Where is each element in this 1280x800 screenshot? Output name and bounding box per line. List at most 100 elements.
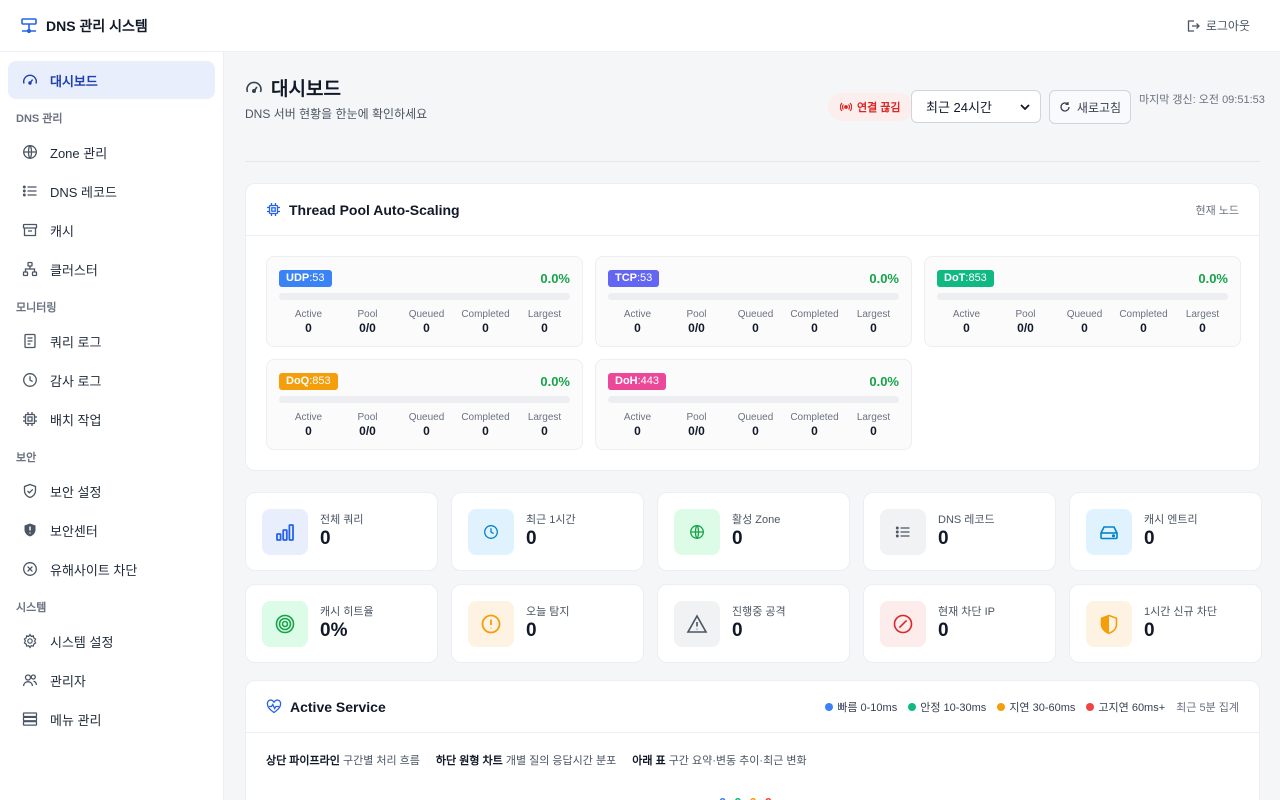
pool-stat-label: Active	[294, 309, 323, 320]
sidebar-item-label: 캐시	[50, 223, 74, 239]
protocol-name: TCP	[615, 272, 637, 284]
pool-utilization-bar	[937, 293, 1228, 300]
sidebar-item-9[interactable]: 배치 작업	[8, 400, 215, 438]
clock-icon	[468, 508, 514, 555]
cpu-icon	[22, 411, 38, 427]
x-circle-icon	[22, 561, 38, 577]
shield-check-icon	[22, 483, 38, 499]
protocol-port: :853	[965, 272, 987, 284]
metric-value: 0	[938, 619, 949, 641]
time-range-select[interactable]: 최근 24시간	[911, 90, 1041, 123]
metric-value: 0	[1144, 619, 1155, 641]
description-bold: 하단 원형 차트	[435, 755, 503, 767]
protocol-port: :853	[309, 375, 331, 387]
pool-grid: UDP:53 0.0% Active 0 Pool 0/0 Queued 0 Completed…	[246, 236, 1259, 450]
metric-card-1[interactable]: 최근 1시간 0	[451, 492, 644, 571]
pool-card-doq: DoQ:853 0.0% Active 0 Pool 0/0 Queued 0 Complete…	[266, 359, 583, 450]
description-item: 상단 파이프라인 구간별 처리 흐름	[266, 752, 420, 768]
metric-grid: 전체 쿼리 0 최근 1시간 0 활성 Zone 0 DNS 레코드 0 캐시 엔트리 0 캐시 히…	[245, 492, 1262, 663]
hard-drive-icon	[1086, 508, 1132, 555]
sidebar-item-8[interactable]: 감사 로그	[8, 361, 215, 399]
sidebar-item-3[interactable]: DNS 레코드	[8, 172, 215, 210]
sidebar-item-2[interactable]: Zone 관리	[8, 133, 215, 171]
pool-stat-label: Completed	[461, 412, 510, 423]
last-update-text: 마지막 갱신: 오전 09:51:53	[1139, 94, 1265, 106]
pool-header: UDP:53 0.0%	[279, 269, 570, 287]
legend-dot	[1086, 702, 1095, 711]
sidebar-item-17[interactable]: 메뉴 관리	[8, 700, 215, 738]
metric-card-3[interactable]: DNS 레코드 0	[863, 492, 1056, 571]
pool-stat-label: Completed	[461, 309, 510, 320]
refresh-label: 새로고침	[1076, 100, 1122, 115]
sidebar-item-0[interactable]: 대시보드	[8, 61, 215, 99]
pool-stat-active: Active 0	[279, 412, 338, 439]
file-text-icon	[22, 333, 38, 349]
nav-section-label: 시스템	[16, 602, 47, 614]
description-bold: 아래 표	[632, 755, 666, 767]
refresh-icon	[1059, 101, 1071, 113]
metric-label: 활성 Zone	[732, 513, 781, 526]
sidebar-item-12[interactable]: 보안센터	[8, 511, 215, 549]
thread-pool-header: Thread Pool Auto-Scaling 현재 노드	[246, 184, 1259, 236]
metric-card-4[interactable]: 캐시 엔트리 0	[1069, 492, 1262, 571]
metric-card-6[interactable]: 오늘 탐지 0	[451, 584, 644, 663]
sidebar-item-15[interactable]: 시스템 설정	[8, 622, 215, 660]
thread-pool-meta: 현재 노드	[1195, 204, 1239, 217]
nav-section-label: DNS 관리	[16, 113, 63, 125]
sidebar-item-label: 유해사이트 차단	[50, 562, 138, 578]
sidebar: 대시보드 DNS 관리 Zone 관리 DNS 레코드 캐시 클러스터 모니터링 쿼리 로그 감…	[0, 52, 224, 800]
server-icon	[22, 711, 38, 727]
pool-stat-value: 0	[482, 321, 489, 335]
sidebar-item-13[interactable]: 유해사이트 차단	[8, 550, 215, 588]
description-text: 개별 질의 응답시간 분포	[505, 755, 617, 767]
sidebar-item-4[interactable]: 캐시	[8, 211, 215, 249]
metric-text: 전체 쿼리 0	[320, 513, 364, 551]
pipeline-count: 0	[719, 795, 726, 800]
metric-label: 진행중 공격	[732, 605, 786, 618]
pool-stats: Active 0 Pool 0/0 Queued 0 Completed 0 Largest 0	[608, 309, 899, 336]
pool-stat-completed: Completed 0	[456, 309, 515, 336]
metric-text: 최근 1시간 0	[526, 513, 576, 551]
protocol-badge: DoT:853	[937, 269, 994, 287]
pool-stat-label: Active	[623, 309, 652, 320]
pool-stat-pool: Pool 0/0	[667, 412, 726, 439]
refresh-button[interactable]: 새로고침	[1049, 90, 1131, 124]
nav-section-label: 보안	[16, 452, 37, 464]
pool-stats: Active 0 Pool 0/0 Queued 0 Completed 0 Largest 0	[608, 412, 899, 439]
brand[interactable]: DNS 관리 시스템	[20, 16, 148, 36]
thread-pool-card: Thread Pool Auto-Scaling 현재 노드 UDP:53 0.0…	[245, 183, 1260, 471]
cpu-icon	[266, 202, 281, 217]
pool-card-doh: DoH:443 0.0% Active 0 Pool 0/0 Queued 0 Complete…	[595, 359, 912, 450]
metric-card-7[interactable]: 진행중 공격 0	[657, 584, 850, 663]
sidebar-item-label: 관리자	[50, 673, 86, 689]
sidebar-item-label: 쿼리 로그	[50, 334, 102, 350]
metric-card-2[interactable]: 활성 Zone 0	[657, 492, 850, 571]
pool-stat-label: Largest	[1185, 309, 1220, 320]
pool-stat-label: Pool	[686, 412, 707, 423]
pool-stat-label: Active	[623, 412, 652, 423]
sidebar-item-7[interactable]: 쿼리 로그	[8, 322, 215, 360]
page-header: 대시보드 DNS 서버 현황을 한눈에 확인하세요 연결 끊김 최근 24시간 …	[245, 74, 1265, 162]
sidebar-item-16[interactable]: 관리자	[8, 661, 215, 699]
metric-card-9[interactable]: 1시간 신규 차단 0	[1069, 584, 1262, 663]
app-title: DNS 관리 시스템	[46, 17, 148, 34]
metric-label: 최근 1시간	[526, 513, 576, 526]
pool-stat-label: Largest	[527, 309, 562, 320]
protocol-badge: UDP:53	[279, 269, 332, 287]
sidebar-item-label: DNS 레코드	[50, 184, 117, 200]
active-service-meta: 최근 5분 집계	[1176, 701, 1239, 714]
metric-label: 1시간 신규 차단	[1144, 605, 1217, 618]
metric-card-8[interactable]: 현재 차단 IP 0	[863, 584, 1056, 663]
logout-button[interactable]: 로그아웃	[1186, 17, 1250, 34]
sidebar-item-11[interactable]: 보안 설정	[8, 472, 215, 510]
metric-card-0[interactable]: 전체 쿼리 0	[245, 492, 438, 571]
pool-stat-value: 0/0	[1017, 321, 1034, 335]
sidebar-item-5[interactable]: 클러스터	[8, 250, 215, 288]
archive-icon	[22, 222, 38, 238]
connection-status-badge: 연결 끊김	[828, 93, 913, 121]
top-header: DNS 관리 시스템 로그아웃	[0, 0, 1280, 52]
description-text: 구간별 처리 흐름	[342, 755, 420, 767]
sidebar-item-label: 대시보드	[50, 73, 98, 89]
description-bold: 상단 파이프라인	[266, 755, 340, 767]
metric-card-5[interactable]: 캐시 히트율 0%	[245, 584, 438, 663]
